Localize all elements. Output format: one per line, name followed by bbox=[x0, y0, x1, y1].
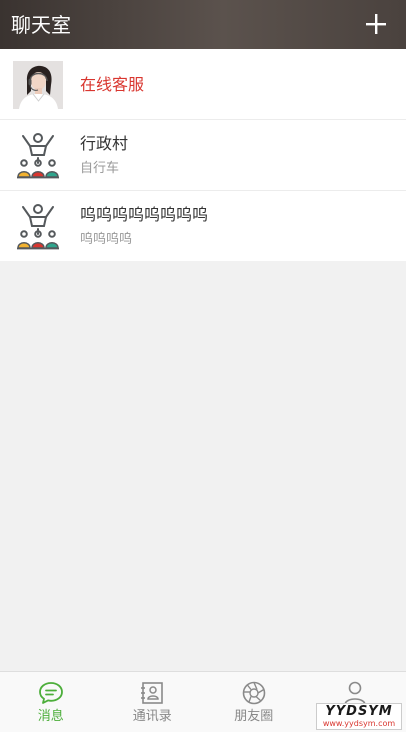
aperture-icon bbox=[241, 680, 267, 706]
tab-moments[interactable]: 朋友圈 bbox=[203, 672, 305, 732]
app: 聊天室 在线客服 行政村 自行车 呜呜呜呜呜呜呜呜 呜呜呜呜 消息 通讯录 朋友… bbox=[0, 0, 406, 732]
chat-item-group[interactable]: 行政村 自行车 bbox=[0, 120, 406, 191]
tab-messages[interactable]: 消息 bbox=[0, 672, 102, 732]
avatar bbox=[13, 203, 63, 251]
avatar bbox=[13, 61, 63, 109]
group-people-icon bbox=[13, 132, 63, 180]
contacts-book-icon bbox=[139, 680, 165, 706]
add-button[interactable] bbox=[364, 12, 388, 36]
watermark-logo: YYDSYM www.yydsym.com bbox=[316, 703, 402, 730]
plus-icon bbox=[366, 14, 386, 34]
avatar bbox=[13, 132, 63, 180]
page-title: 聊天室 bbox=[11, 13, 71, 37]
tab-label: 消息 bbox=[37, 709, 64, 724]
tab-label: 通讯录 bbox=[132, 709, 172, 724]
chat-preview: 自行车 bbox=[80, 161, 120, 176]
chat-title: 在线客服 bbox=[80, 75, 145, 94]
watermark-text: YYDSYM bbox=[325, 704, 393, 719]
chat-title: 呜呜呜呜呜呜呜呜 bbox=[80, 205, 209, 224]
top-bar: 聊天室 bbox=[0, 0, 406, 49]
tab-label: 朋友圈 bbox=[234, 709, 274, 724]
tab-contacts[interactable]: 通讯录 bbox=[102, 672, 204, 732]
chat-item-customer-service[interactable]: 在线客服 bbox=[0, 49, 406, 120]
group-people-icon bbox=[13, 203, 63, 251]
chat-title: 行政村 bbox=[80, 134, 129, 153]
chat-bubble-icon bbox=[38, 680, 64, 706]
watermark-url: www.yydsym.com bbox=[322, 719, 396, 728]
chat-preview: 呜呜呜呜 bbox=[80, 232, 133, 247]
chat-item-group[interactable]: 呜呜呜呜呜呜呜呜 呜呜呜呜 bbox=[0, 191, 406, 261]
customer-service-avatar-icon bbox=[13, 61, 63, 109]
chat-list: 在线客服 行政村 自行车 呜呜呜呜呜呜呜呜 呜呜呜呜 bbox=[0, 49, 406, 261]
